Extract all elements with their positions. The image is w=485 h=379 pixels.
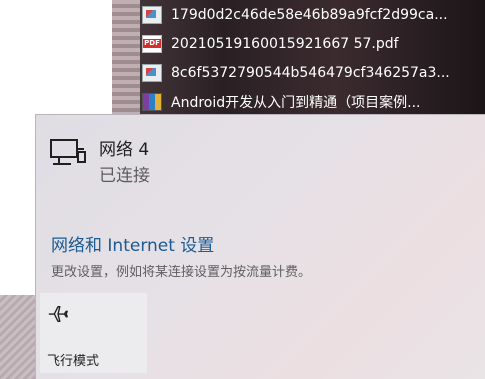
file-item[interactable]: 179d0d2c46de58e46b89a9fcf2d99ca... [112,0,485,29]
image-file-icon [142,63,162,82]
file-item[interactable]: 20210519160015921667 57.pdf [112,29,485,58]
network-name[interactable]: 网络 4 [99,135,149,160]
desktop-file-list: 179d0d2c46de58e46b89a9fcf2d99ca... 20210… [112,0,485,116]
airplane-mode-label: 飞行模式 [47,354,100,369]
network-settings-description: 更改设置，例如将某连接设置为按流量计费。 [51,265,312,280]
file-name: Android开发从入门到精通（项目案例... [171,94,421,111]
pdf-file-icon [142,34,162,53]
airplane-icon [48,305,68,323]
background-wallpaper-corner [0,295,40,379]
airplane-mode-tile[interactable]: 飞行模式 [40,293,147,373]
file-name: 20210519160015921667 57.pdf [171,35,399,52]
network-flyout: 网络 4 已连接 网络和 Internet 设置 更改设置，例如将某连接设置为按… [35,114,485,379]
network-settings-link[interactable]: 网络和 Internet 设置 [51,231,214,256]
file-name: 8c6f5372790544b546479cf346257a3... [171,64,450,81]
file-item[interactable]: Android开发从入门到精通（项目案例... [112,87,485,116]
wired-network-icon [50,139,86,165]
file-item[interactable]: 8c6f5372790544b546479cf346257a3... [112,58,485,87]
file-name: 179d0d2c46de58e46b89a9fcf2d99ca... [171,6,448,23]
network-status: 已连接 [99,166,150,186]
image-file-icon [142,5,162,24]
archive-file-icon [142,92,162,111]
